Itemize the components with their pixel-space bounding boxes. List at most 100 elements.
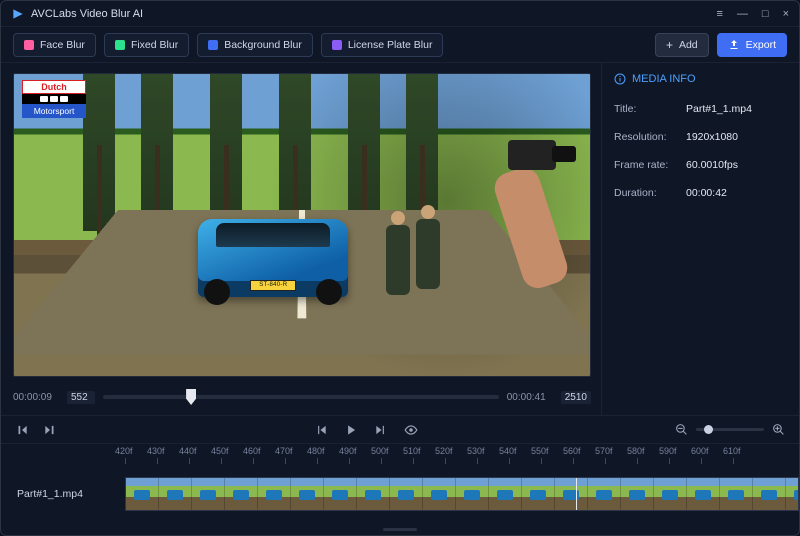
mi-dur-val: 00:00:42 [686, 187, 727, 199]
window-menu-button[interactable]: ≡ [716, 8, 722, 20]
current-timecode: 00:00:09 [13, 392, 59, 403]
face-blur-label: Face Blur [40, 39, 85, 51]
clip-thumbnail [621, 478, 654, 510]
end-timecode: 00:00:41 [507, 392, 553, 403]
add-button[interactable]: + Add [655, 33, 709, 57]
prev-frame-button[interactable] [314, 423, 328, 437]
background-blur-icon [208, 40, 218, 50]
mi-dur-key: Duration: [614, 187, 686, 199]
face-blur-button[interactable]: Face Blur [13, 33, 96, 57]
mi-res-key: Resolution: [614, 131, 686, 143]
fixed-blur-button[interactable]: Fixed Blur [104, 33, 189, 57]
video-watermark: Dutch Motorsport [22, 80, 86, 118]
license-plate-blur-label: License Plate Blur [348, 39, 433, 51]
plus-icon: + [666, 38, 673, 52]
clip-thumbnail [159, 478, 192, 510]
timeline-resize-handle[interactable] [383, 528, 417, 531]
ruler-tick: 520f [435, 446, 453, 456]
mi-title-val: Part#1_1.mp4 [686, 103, 752, 115]
clip-thumbnail [687, 478, 720, 510]
media-info-title: MEDIA INFO [632, 73, 696, 85]
license-plate: ST-840-R [250, 280, 296, 291]
license-plate-blur-button[interactable]: License Plate Blur [321, 33, 444, 57]
ruler-tick: 580f [627, 446, 645, 456]
clip-thumbnail [357, 478, 390, 510]
clip-thumbnail [753, 478, 786, 510]
add-label: Add [679, 39, 698, 51]
mi-title-key: Title: [614, 103, 686, 115]
next-frame-button[interactable] [374, 423, 388, 437]
background-blur-button[interactable]: Background Blur [197, 33, 313, 57]
watermark-line2: Motorsport [22, 104, 86, 118]
clip-thumbnail [423, 478, 456, 510]
timeline-ruler[interactable]: 420f430f440f450f460f470f480f490f500f510f… [1, 444, 799, 464]
ruler-tick: 470f [275, 446, 293, 456]
clip-thumbnail [225, 478, 258, 510]
license-plate-blur-icon [332, 40, 342, 50]
export-button[interactable]: Export [717, 33, 787, 57]
background-blur-label: Background Blur [224, 39, 302, 51]
fixed-blur-label: Fixed Blur [131, 39, 178, 51]
ruler-tick: 590f [659, 446, 677, 456]
clip-name: Part#1_1.mp4 [1, 488, 125, 500]
ruler-tick: 510f [403, 446, 421, 456]
clip-thumbnail [654, 478, 687, 510]
zoom-slider[interactable] [696, 428, 764, 431]
ruler-tick: 610f [723, 446, 741, 456]
clip-thumbnail [291, 478, 324, 510]
clip-thumbnail [192, 478, 225, 510]
mark-out-button[interactable] [43, 423, 57, 437]
fixed-blur-icon [115, 40, 125, 50]
end-frame: 2510 [561, 391, 591, 404]
zoom-out-button[interactable] [675, 423, 688, 436]
clip-thumbnail [126, 478, 159, 510]
current-frame: 552 [67, 391, 95, 404]
playback-controls [1, 415, 799, 443]
clip-thumbnail [555, 478, 588, 510]
scrub-thumb[interactable] [186, 389, 196, 405]
video-preview[interactable]: ST-840-R Dutch Motorsport [13, 73, 591, 377]
ruler-tick: 600f [691, 446, 709, 456]
scrubber: 00:00:09 552 00:00:41 2510 [13, 385, 591, 409]
ruler-tick: 540f [499, 446, 517, 456]
ruler-tick: 550f [531, 446, 549, 456]
zoom-in-button[interactable] [772, 423, 785, 436]
preview-toggle-button[interactable] [404, 423, 418, 437]
face-blur-icon [24, 40, 34, 50]
clip-thumbnail [786, 478, 799, 510]
window-maximize-button[interactable]: □ [762, 8, 769, 20]
timeline: 420f430f440f450f460f470f480f490f500f510f… [1, 443, 799, 535]
clip-thumbnail [456, 478, 489, 510]
timeline-clip[interactable] [125, 477, 799, 511]
ruler-tick: 530f [467, 446, 485, 456]
app-logo-icon [11, 7, 25, 21]
clip-thumbnail [324, 478, 357, 510]
clip-thumbnail [390, 478, 423, 510]
mi-res-val: 1920x1080 [686, 131, 738, 143]
clip-thumbnail [588, 478, 621, 510]
ruler-tick: 480f [307, 446, 325, 456]
mi-fps-key: Frame rate: [614, 159, 686, 171]
zoom-thumb[interactable] [704, 425, 713, 434]
playhead[interactable] [576, 478, 577, 510]
ruler-tick: 460f [243, 446, 261, 456]
ruler-tick: 420f [115, 446, 133, 456]
scrub-track[interactable] [103, 395, 499, 399]
ruler-tick: 560f [563, 446, 581, 456]
ruler-tick: 440f [179, 446, 197, 456]
clip-thumbnail [522, 478, 555, 510]
clip-thumbnail [258, 478, 291, 510]
ruler-tick: 450f [211, 446, 229, 456]
export-icon [728, 39, 740, 51]
window-close-button[interactable]: × [783, 8, 789, 20]
ruler-tick: 430f [147, 446, 165, 456]
title-bar: AVCLabs Video Blur AI ≡ — □ × [1, 1, 799, 27]
play-button[interactable] [344, 423, 358, 437]
info-icon [614, 73, 626, 85]
mark-in-button[interactable] [15, 423, 29, 437]
watermark-line1: Dutch [22, 80, 86, 94]
clip-thumbnail [720, 478, 753, 510]
export-label: Export [746, 39, 776, 51]
ruler-tick: 500f [371, 446, 389, 456]
window-minimize-button[interactable]: — [737, 8, 748, 20]
